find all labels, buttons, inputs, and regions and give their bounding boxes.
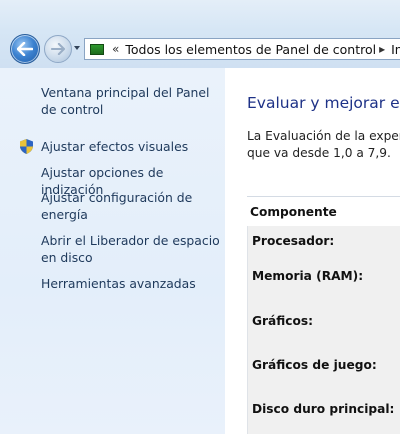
navigation-bar: « Todos los elementos de Panel de contro… — [0, 0, 400, 68]
back-button[interactable] — [10, 34, 40, 64]
column-header-component: Componente — [247, 196, 400, 225]
row-processor: Procesador: — [252, 234, 335, 248]
sidebar-link-visual-effects[interactable]: Ajustar efectos visuales — [41, 138, 221, 155]
chevron-right-icon[interactable]: ▸ — [379, 42, 385, 56]
page-title: Evaluar y mejorar el r — [247, 94, 400, 112]
control-panel-icon — [90, 43, 104, 55]
uac-shield-icon — [20, 139, 33, 154]
row-gaming-graphics: Gráficos de juego: — [252, 358, 377, 372]
row-primary-disk: Disco duro principal: — [252, 402, 395, 416]
forward-button[interactable] — [44, 35, 72, 63]
row-memory: Memoria (RAM): — [252, 269, 364, 283]
recent-pages-dropdown[interactable] — [74, 46, 80, 50]
breadcrumb-control-panel[interactable]: Todos los elementos de Panel de control — [125, 42, 376, 57]
arrow-right-icon — [51, 43, 65, 55]
sidebar-link-power-settings[interactable]: Ajustar configuración de energía — [41, 189, 221, 223]
description-line-2: que va desde 1,0 a 7,9. — [247, 146, 391, 160]
sidebar-link-advanced-tools[interactable]: Herramientas avanzadas — [41, 275, 221, 292]
description-line-1: La Evaluación de la experie — [247, 129, 400, 143]
sidebar-link-disk-cleanup[interactable]: Abrir el Liberador de espacio en disco — [41, 232, 221, 266]
arrow-left-icon — [17, 42, 33, 56]
address-bar[interactable]: « Todos los elementos de Panel de contro… — [84, 38, 400, 60]
sidebar-link-control-panel-home[interactable]: Ventana principal del Panel de control — [41, 84, 221, 118]
description-text: La Evaluación de la experie que va desde… — [247, 128, 400, 162]
row-graphics: Gráficos: — [252, 314, 313, 328]
score-table: Componente Procesador: Memoria (RAM): Gr… — [247, 196, 400, 434]
breadcrumb-info[interactable]: Info — [391, 42, 400, 57]
main-content: Evaluar y mejorar el r La Evaluación de … — [225, 68, 400, 434]
chevron-double-left-icon[interactable]: « — [112, 42, 119, 56]
table-body: Procesador: Memoria (RAM): Gráficos: Grá… — [247, 226, 400, 434]
